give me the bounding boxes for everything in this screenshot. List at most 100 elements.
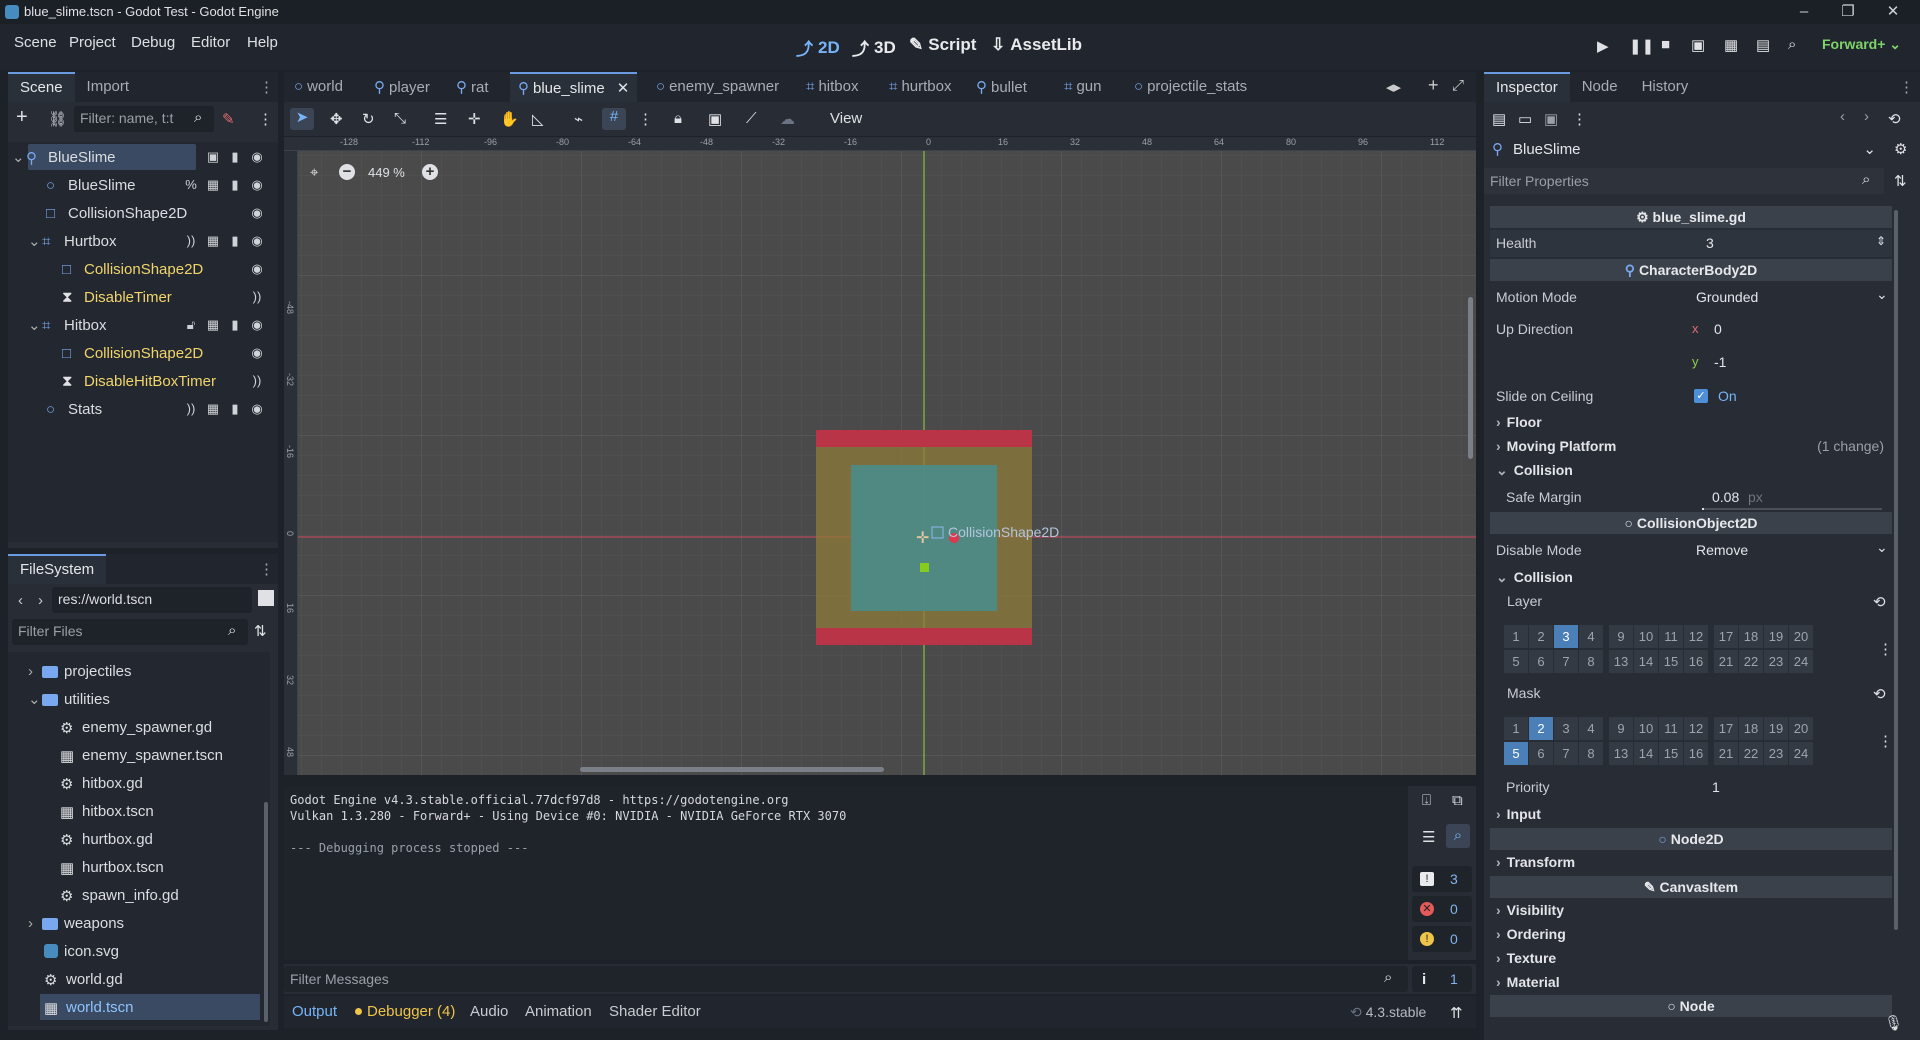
tree-node-collisionshape[interactable]: □ CollisionShape2D [46,200,187,226]
tab-shader-editor[interactable]: Shader Editor [609,1003,701,1020]
lock-icon[interactable]: 🔓︎ [182,316,200,334]
mask-cell[interactable]: 15 [1659,742,1683,765]
play-scene-icon[interactable]: ▦ [1724,36,1738,54]
distraction-free-icon[interactable]: ⤢ [1452,77,1464,94]
group-icon[interactable]: ▣ [204,148,222,166]
section-texture[interactable]: Texture [1490,946,1892,970]
mask-cell[interactable]: 20 [1789,717,1813,740]
scene-tab-world[interactable]: ○ world [294,78,343,95]
mask-cell[interactable]: 14 [1634,742,1658,765]
tab-scroll-icon[interactable]: ◂▸ [1386,78,1401,96]
mask-cell[interactable]: 11 [1659,717,1683,740]
filter-messages-input[interactable]: Filter Messages ⌕ [284,966,1408,992]
clapper-icon[interactable]: ▦ [204,316,222,334]
file-hitbox-tscn[interactable]: ▦ hitbox.tscn [60,798,154,824]
signal-icon[interactable]: )) [182,232,200,250]
clear-output-icon[interactable]: ⍗ [1422,792,1431,809]
tree-node-blueslime-root[interactable]: ⌄ ⚲ BlueSlime [12,144,116,170]
section-transform[interactable]: Transform [1490,850,1892,874]
layer-cell[interactable]: 17 [1714,625,1738,648]
up-x-input[interactable]: 0 [1714,321,1722,337]
clapper-icon[interactable]: ▦ [204,400,222,418]
inspector-scrollbar[interactable] [1894,210,1898,930]
layer-cell[interactable]: 11 [1659,625,1683,648]
tree-node-disabletimer[interactable]: ⧗ DisableTimer [62,284,172,310]
viewport-canvas[interactable]: ✛ CollisionShape2D [284,137,1476,775]
menu-project[interactable]: Project [69,34,116,51]
green-handle[interactable] [920,563,929,572]
group-icon[interactable]: ▣ [708,110,722,128]
script-icon[interactable]: ▮ [226,176,244,194]
canvas-viewport[interactable]: ✛ CollisionShape2D -128 -112 -96 -80 -64… [284,137,1476,775]
bone-icon[interactable]: ⟋ [746,110,757,127]
back-icon[interactable]: ‹ [18,592,23,609]
snap-options-icon[interactable]: ⋮ [638,110,653,128]
mask-cell[interactable]: 22 [1739,742,1763,765]
scene-tab-gun[interactable]: ⌗ gun [1064,78,1101,95]
layer-cell[interactable]: 18 [1739,625,1763,648]
filter-messages-toggle[interactable]: ! 3 [1412,866,1472,892]
layer-cell[interactable]: 8 [1579,650,1603,673]
dock-menu-icon[interactable]: ⋮ [259,78,274,96]
property-filter-input[interactable]: Filter Properties ⌕ [1484,168,1884,194]
menu-editor[interactable]: Editor [191,34,230,51]
file-enemy-spawner-tscn[interactable]: ▦ enemy_spawner.tscn [60,742,223,768]
scene-tab-rat[interactable]: ⚲ rat [456,78,489,97]
scene-tab-blue-slime[interactable]: ⚲ blue_slime ✕ [510,72,638,102]
section-visibility[interactable]: Visibility [1490,898,1892,922]
file-icon-svg[interactable]: icon.svg [44,938,119,964]
script-icon[interactable]: ▮ [226,148,244,166]
mask-cell[interactable]: 16 [1684,742,1708,765]
node-selector[interactable]: ⚲ BlueSlime ⌄ [1488,137,1880,161]
zoom-in-icon[interactable]: + [422,164,438,180]
mode-script-button[interactable]: ✎ Script [909,35,976,55]
tree-node-hurtbox-shape[interactable]: □ CollisionShape2D [62,256,203,282]
section-collision[interactable]: Collision [1490,458,1892,482]
tab-scene[interactable]: Scene [8,72,75,102]
hitbox-bottom[interactable] [816,628,1032,645]
layer-cell[interactable]: 5 [1504,650,1528,673]
history-back-icon[interactable]: ‹ [1840,108,1845,125]
minimize-icon[interactable]: – [1794,2,1814,22]
tree-node-hitbox[interactable]: ⌄ ⌗ Hitbox [28,312,107,338]
section-input[interactable]: Input [1490,802,1892,826]
layer-cell[interactable]: 6 [1529,650,1553,673]
pan-tool-icon[interactable]: ✋ [500,110,519,128]
mask-cell[interactable]: 10 [1634,717,1658,740]
tree-node-stats[interactable]: ○ Stats [46,396,102,422]
cloud-icon[interactable]: ☁ [780,110,795,128]
file-enemy-spawner-gd[interactable]: ⚙ enemy_spawner.gd [60,714,212,740]
layer-cell[interactable]: 23 [1764,650,1788,673]
play-custom-icon[interactable]: ▤ [1756,36,1770,54]
tree-node-hurtbox[interactable]: ⌄ ⌗ Hurtbox [28,228,117,254]
visibility-icon[interactable]: ◉ [248,176,266,194]
mask-cell[interactable]: 1 [1504,717,1528,740]
filter-info-toggle[interactable]: i 1 [1412,966,1472,992]
mask-cell[interactable]: 24 [1789,742,1813,765]
scene-tab-hitbox[interactable]: ⌗ hitbox [806,78,858,95]
disable-mode-select[interactable]: Remove [1696,542,1748,558]
layer-cell[interactable]: 15 [1659,650,1683,673]
priority-input[interactable]: 1 [1712,779,1720,795]
filter-options-icon[interactable]: ⇅ [1894,172,1907,190]
layer-cell[interactable]: 1 [1504,625,1528,648]
split-view-icon[interactable] [258,590,274,606]
object-history-icon[interactable]: ⟲ [1888,110,1901,128]
mask-cell[interactable]: 17 [1714,717,1738,740]
section-collision-layers[interactable]: Collision [1490,565,1892,589]
section-floor[interactable]: Floor [1490,410,1892,434]
pause-icon[interactable]: ❚❚ [1629,37,1654,55]
path-field[interactable]: res://world.tscn [52,587,252,613]
layer-cell[interactable]: 4 [1579,625,1603,648]
add-tab-icon[interactable]: + [1428,75,1439,96]
layer-cell[interactable]: 24 [1789,650,1813,673]
layer-cell[interactable]: 7 [1554,650,1578,673]
grid-snap-icon[interactable]: # [602,108,626,130]
lock-icon[interactable]: 🔒︎ [674,110,682,127]
percent-icon[interactable]: % [182,176,200,194]
stop-icon[interactable]: ■ [1661,36,1670,53]
tab-audio[interactable]: Audio [470,1003,508,1020]
mask-cell[interactable]: 12 [1684,717,1708,740]
file-hitbox-gd[interactable]: ⚙ hitbox.gd [60,770,143,796]
file-hurtbox-tscn[interactable]: ▦ hurtbox.tscn [60,854,164,880]
